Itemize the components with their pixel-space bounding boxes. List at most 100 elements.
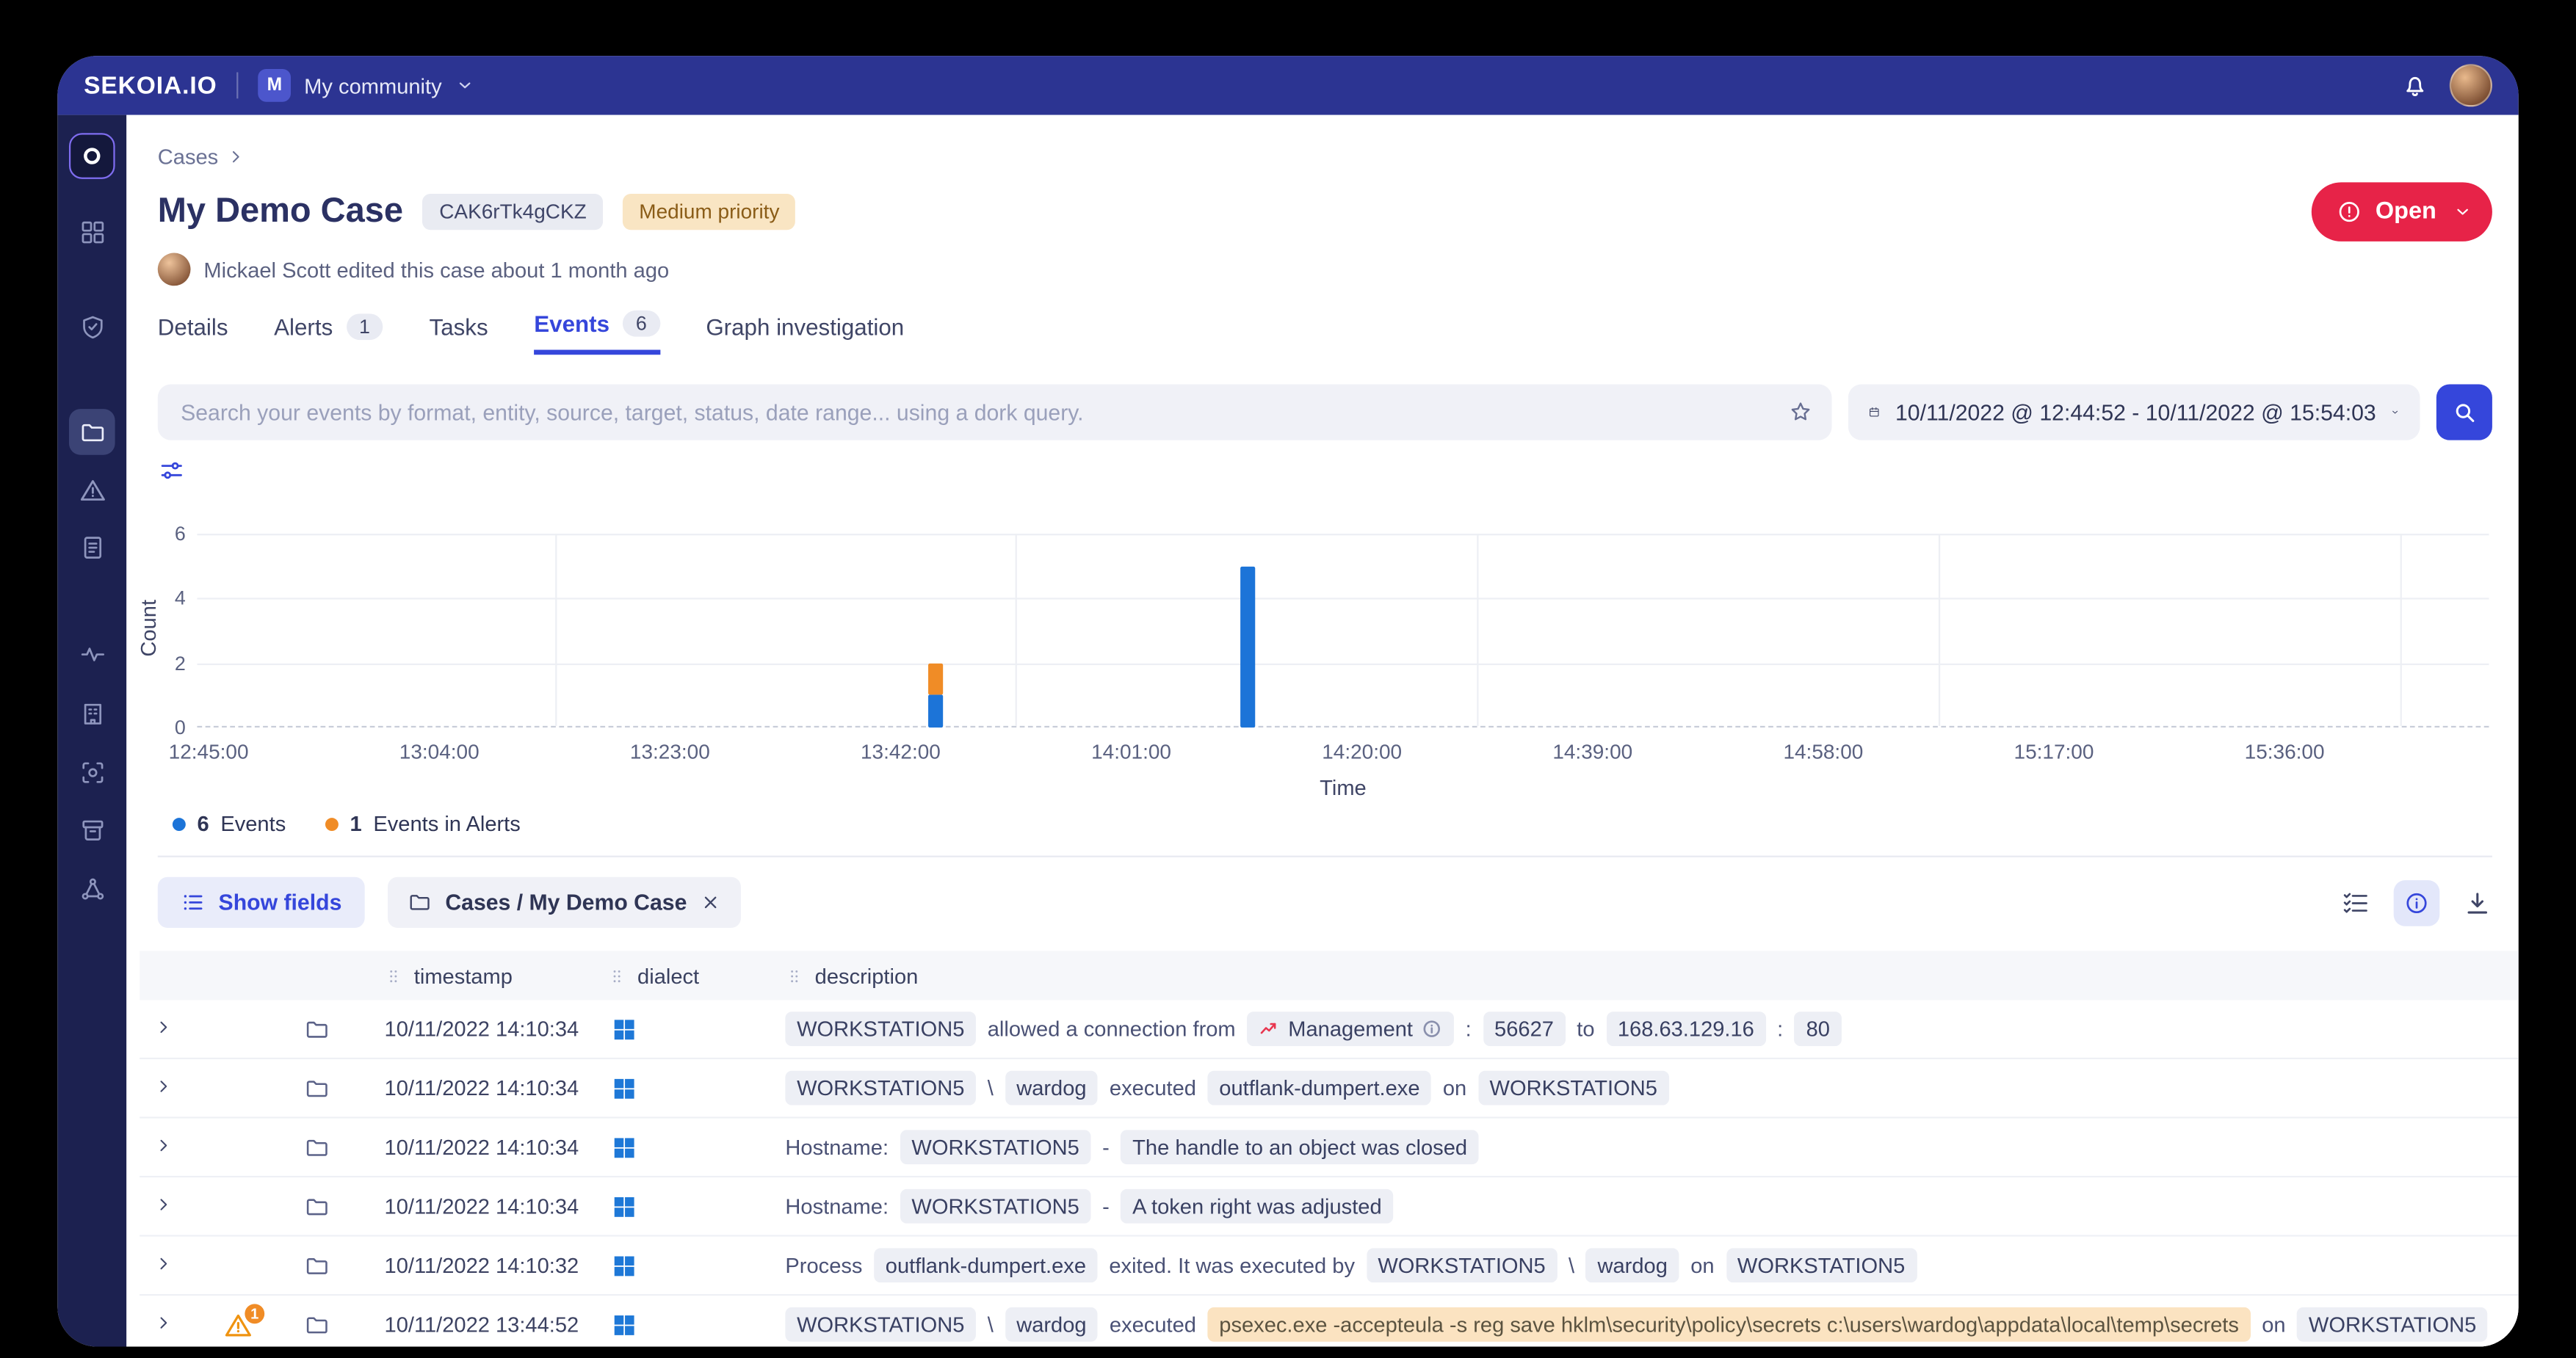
x-axis-label: Time: [197, 775, 2489, 800]
alert-indicator[interactable]: 1: [223, 1310, 253, 1339]
description-cell: WORKSTATION5 allowed a connection from Man…: [756, 1012, 2519, 1046]
highlighted-command-chip[interactable]: psexec.exe -accepteula -s reg save hklm\…: [1208, 1307, 2251, 1342]
description-text: on: [1690, 1253, 1714, 1278]
sidebar-item-community[interactable]: [70, 691, 113, 734]
chevron-down-icon: [2391, 402, 2400, 422]
info-toggle-button[interactable]: [2394, 879, 2440, 926]
table-row[interactable]: 10/11/2022 14:10:34Hostname:WORKSTATION5…: [140, 1119, 2519, 1178]
case-status-button[interactable]: Open: [2312, 182, 2492, 242]
community-switcher[interactable]: M My community: [258, 69, 475, 102]
column-header-dialect[interactable]: dialect: [583, 963, 756, 988]
value-chip[interactable]: 168.63.129.16: [1606, 1012, 1765, 1046]
expand-row-icon[interactable]: [154, 1196, 173, 1214]
value-chip[interactable]: WORKSTATION5: [900, 1189, 1091, 1224]
chart-bar-events[interactable]: [928, 695, 943, 727]
value-chip[interactable]: The handle to an object was closed: [1121, 1130, 1478, 1164]
value-chip[interactable]: WORKSTATION5: [900, 1130, 1091, 1164]
expand-row-icon[interactable]: [154, 1018, 173, 1036]
legend-events[interactable]: 6Events: [173, 811, 286, 836]
search-row: 10/11/2022 @ 12:44:52 - 10/11/2022 @ 15:…: [158, 385, 2492, 440]
drag-handle-icon[interactable]: [785, 963, 803, 988]
value-chip[interactable]: WORKSTATION5: [1478, 1071, 1669, 1105]
value-chip[interactable]: WORKSTATION5: [1726, 1248, 1917, 1282]
sidebar-item-hunting[interactable]: [70, 750, 113, 793]
tab-label: Events: [534, 311, 609, 337]
timestamp-cell: 10/11/2022 13:44:52: [361, 1312, 583, 1337]
sidebar-item-intelligence[interactable]: [70, 632, 113, 675]
table-row[interactable]: 110/11/2022 13:44:52WORKSTATION5\wardoge…: [140, 1296, 2519, 1346]
value-chip[interactable]: WORKSTATION5: [2297, 1307, 2488, 1342]
user-avatar[interactable]: [2450, 64, 2492, 106]
chart-bar-alerts[interactable]: [928, 663, 943, 695]
app-window: SEKOIA.IO M My community Cases My Demo C…: [57, 56, 2518, 1346]
search-input[interactable]: [158, 385, 1832, 440]
table-row[interactable]: 10/11/2022 14:10:34WORKSTATION5\wardogex…: [140, 1059, 2519, 1119]
tab-details[interactable]: Details: [158, 311, 228, 355]
drag-handle-icon[interactable]: [608, 963, 626, 988]
sidebar-item-shield[interactable]: [70, 305, 113, 348]
legend-events-in-alerts[interactable]: 1Events in Alerts: [325, 811, 521, 836]
sidebar-item-reports[interactable]: [70, 526, 113, 568]
star-icon[interactable]: [1787, 399, 1814, 426]
description-text: allowed a connection from: [988, 1017, 1236, 1042]
tab-tasks[interactable]: Tasks: [430, 311, 488, 355]
sidebar-item-graph[interactable]: [70, 867, 113, 909]
download-icon[interactable]: [2463, 887, 2492, 917]
value-chip[interactable]: wardog: [1586, 1248, 1679, 1282]
expand-row-icon[interactable]: [154, 1136, 173, 1155]
y-tick-label: 0: [175, 716, 186, 738]
expand-row-icon[interactable]: [154, 1078, 173, 1096]
tab-alerts[interactable]: Alerts1: [274, 311, 383, 355]
date-range-picker[interactable]: 10/11/2022 @ 12:44:52 - 10/11/2022 @ 15:…: [1848, 385, 2420, 440]
priority-badge: Medium priority: [623, 194, 796, 230]
value-chip[interactable]: outflank-dumpert.exe: [874, 1248, 1098, 1282]
sidebar-item-cases[interactable]: [69, 409, 115, 455]
chart-bar-events[interactable]: [1240, 566, 1255, 727]
tab-graph-investigation[interactable]: Graph investigation: [706, 311, 904, 355]
value-chip[interactable]: 56627: [1483, 1012, 1565, 1046]
value-chip[interactable]: 80: [1795, 1012, 1842, 1046]
expand-row-icon[interactable]: [154, 1254, 173, 1273]
table-row[interactable]: 10/11/2022 14:10:34WORKSTATION5allowed a…: [140, 1000, 2519, 1059]
column-header-description[interactable]: description: [756, 963, 2519, 988]
filter-row: [158, 457, 2492, 484]
sidebar-item-alerts[interactable]: [70, 468, 113, 511]
expand-row-icon[interactable]: [154, 1314, 173, 1332]
breadcrumb-cases-link[interactable]: Cases: [158, 145, 218, 170]
y-axis-ticks: 0246: [158, 534, 191, 727]
sekoia-logo[interactable]: [69, 133, 115, 179]
value-chip[interactable]: outflank-dumpert.exe: [1208, 1071, 1432, 1105]
legend-count: 6: [197, 811, 209, 836]
search-button[interactable]: [2436, 385, 2492, 440]
table-row[interactable]: 10/11/2022 14:10:34Hostname:WORKSTATION5…: [140, 1177, 2519, 1237]
select-columns-icon[interactable]: [2341, 887, 2370, 917]
value-chip[interactable]: WORKSTATION5: [785, 1012, 976, 1046]
value-chip[interactable]: A token right was adjusted: [1121, 1189, 1393, 1224]
x-tick-label: 13:42:00: [861, 741, 941, 763]
tab-events[interactable]: Events6: [534, 311, 659, 355]
value-chip[interactable]: WORKSTATION5: [785, 1071, 976, 1105]
close-icon[interactable]: [700, 892, 721, 913]
management-chip[interactable]: Management: [1247, 1012, 1454, 1046]
folder-icon: [303, 1252, 330, 1279]
sidebar-item-inventory[interactable]: [70, 808, 113, 851]
filter-settings-icon[interactable]: [158, 457, 186, 484]
chart-legend: 6Events 1Events in Alerts: [158, 811, 2492, 836]
sidebar-item-dashboard[interactable]: [70, 210, 113, 253]
value-chip[interactable]: wardog: [1005, 1307, 1099, 1342]
table-row[interactable]: 10/11/2022 14:10:32Processoutflank-dumpe…: [140, 1237, 2519, 1296]
brand-logo[interactable]: SEKOIA.IO: [84, 71, 217, 99]
tab-badge: 1: [346, 313, 383, 339]
case-filter-chip[interactable]: Cases / My Demo Case: [388, 877, 741, 928]
pulse-icon: [78, 639, 106, 667]
column-header-timestamp[interactable]: timestamp: [361, 963, 583, 988]
show-fields-button[interactable]: Show fields: [158, 877, 365, 928]
community-avatar: M: [258, 69, 292, 102]
value-chip[interactable]: wardog: [1005, 1071, 1099, 1105]
topbar: SEKOIA.IO M My community: [57, 56, 2518, 115]
grid-icon: [78, 217, 106, 245]
bell-icon[interactable]: [2400, 70, 2430, 100]
value-chip[interactable]: WORKSTATION5: [785, 1307, 976, 1342]
value-chip[interactable]: WORKSTATION5: [1367, 1248, 1557, 1282]
drag-handle-icon[interactable]: [385, 963, 403, 988]
